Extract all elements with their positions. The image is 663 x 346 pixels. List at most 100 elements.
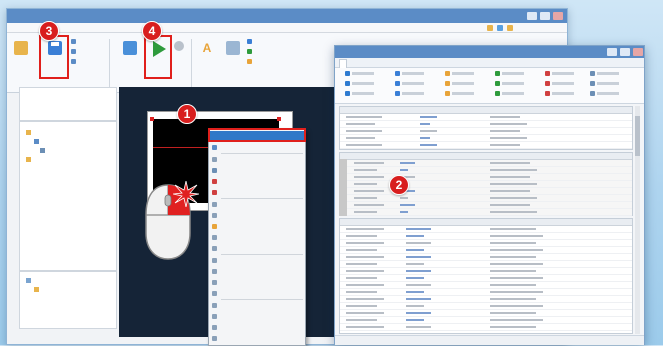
tree-item[interactable] [40, 148, 47, 156]
table-row[interactable] [340, 240, 632, 247]
toolbar-button[interactable] [590, 71, 619, 80]
ribbon-small-5[interactable] [247, 49, 254, 57]
tab-3[interactable] [411, 59, 417, 68]
ribbon-small-1[interactable] [71, 39, 78, 47]
ribbon-button-refresh[interactable] [173, 37, 187, 77]
table-row[interactable] [340, 268, 632, 275]
close-button[interactable] [633, 48, 643, 56]
table-row[interactable] [340, 195, 632, 202]
toolbar-button[interactable] [395, 91, 424, 100]
toolbar-button[interactable] [590, 81, 619, 90]
table-row[interactable] [340, 202, 632, 209]
tab-2[interactable] [375, 59, 381, 68]
table-row[interactable] [340, 121, 632, 128]
toolbar-button[interactable] [345, 91, 374, 100]
context-menu-item[interactable] [209, 187, 305, 198]
close-button[interactable] [553, 12, 563, 20]
toolbar-button[interactable] [590, 91, 619, 100]
context-menu-item[interactable] [209, 221, 305, 232]
table-row[interactable] [340, 310, 632, 317]
library-item[interactable] [26, 278, 33, 286]
table-row[interactable] [340, 142, 632, 149]
ribbon-small-3[interactable] [71, 59, 78, 67]
context-menu-item[interactable] [209, 266, 305, 277]
table-row[interactable] [340, 296, 632, 303]
tab-1[interactable] [339, 59, 347, 68]
table-row[interactable] [340, 233, 632, 240]
toolbar-button[interactable] [345, 81, 374, 90]
scrollbar-thumb[interactable] [635, 116, 640, 156]
ribbon-button-text[interactable]: A [195, 37, 219, 77]
tree-item[interactable] [34, 139, 41, 147]
ribbon-small-4[interactable] [247, 39, 254, 47]
context-menu-item[interactable] [209, 176, 305, 187]
table-row[interactable] [340, 135, 632, 142]
context-menu-item[interactable] [209, 255, 305, 266]
toolbar-button[interactable] [395, 81, 424, 90]
table-row[interactable] [340, 160, 632, 167]
context-menu-item[interactable] [209, 232, 305, 243]
ribbon-small-2[interactable] [71, 49, 78, 57]
table-row[interactable] [340, 167, 632, 174]
toolbar-button[interactable] [445, 71, 474, 80]
toolbar-button[interactable] [495, 91, 524, 100]
table-row[interactable] [340, 275, 632, 282]
context-menu-item[interactable] [209, 199, 305, 210]
minimize-button[interactable] [607, 48, 617, 56]
context-menu-item[interactable] [209, 300, 305, 311]
context-menu-item[interactable] [209, 277, 305, 288]
toolbar-button[interactable] [445, 91, 474, 100]
context-menu-item[interactable] [209, 333, 305, 344]
table-row[interactable] [340, 254, 632, 261]
star-icon[interactable] [487, 25, 493, 31]
library-item[interactable] [34, 287, 41, 295]
maximize-button[interactable] [540, 12, 550, 20]
table-row[interactable] [340, 209, 632, 216]
tree-item[interactable] [26, 157, 33, 165]
table-row[interactable] [340, 181, 632, 188]
ribbon-button-network[interactable] [115, 37, 145, 77]
context-menu-item[interactable] [209, 288, 305, 299]
toolbar-button[interactable] [345, 71, 374, 80]
context-menu-item[interactable] [209, 142, 305, 153]
toolbar-button[interactable] [495, 71, 524, 80]
toolbar-button[interactable] [445, 81, 474, 90]
resize-handle[interactable] [277, 117, 281, 121]
table-row[interactable] [340, 303, 632, 310]
resize-handle[interactable] [150, 117, 154, 121]
table-row[interactable] [340, 128, 632, 135]
context-menu-item[interactable] [209, 210, 305, 221]
context-menu-item[interactable] [209, 154, 305, 165]
toolbar-button[interactable] [545, 81, 574, 90]
table-row[interactable] [340, 226, 632, 233]
properties-grid-middle[interactable] [339, 152, 633, 216]
context-menu-item[interactable] [209, 243, 305, 254]
table-row[interactable] [340, 317, 632, 324]
table-row[interactable] [340, 324, 632, 331]
tab-4[interactable] [447, 59, 453, 68]
tree-item[interactable] [26, 130, 33, 138]
ribbon-small-6[interactable] [247, 59, 254, 67]
context-menu-item[interactable] [209, 165, 305, 176]
toolbar-button[interactable] [545, 71, 574, 80]
minimize-button[interactable] [527, 12, 537, 20]
tab-5[interactable] [483, 59, 489, 68]
help-icon[interactable] [497, 25, 503, 31]
table-row[interactable] [340, 174, 632, 181]
context-menu-item[interactable] [209, 322, 305, 333]
table-row[interactable] [340, 114, 632, 121]
toolbar-button[interactable] [495, 81, 524, 90]
ribbon-button-image[interactable] [221, 37, 245, 77]
table-row[interactable] [340, 247, 632, 254]
open-button[interactable] [9, 37, 33, 77]
table-row[interactable] [340, 188, 632, 195]
maximize-button[interactable] [620, 48, 630, 56]
table-row[interactable] [340, 282, 632, 289]
toolbar-button[interactable] [395, 71, 424, 80]
properties-grid-bottom[interactable] [339, 218, 633, 334]
toolbar-button[interactable] [545, 91, 574, 100]
table-row[interactable] [340, 261, 632, 268]
table-row[interactable] [340, 289, 632, 296]
folder-icon[interactable] [507, 25, 513, 31]
properties-grid-top[interactable] [339, 106, 633, 150]
